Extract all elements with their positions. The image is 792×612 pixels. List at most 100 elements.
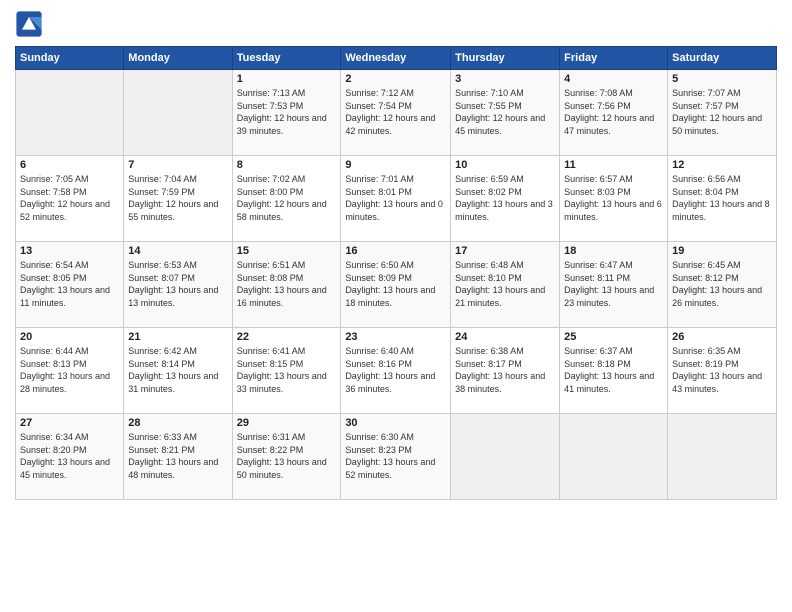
calendar-cell: 17 Sunrise: 6:48 AMSunset: 8:10 PMDayligh… (451, 242, 560, 328)
day-number: 8 (237, 159, 337, 171)
calendar-cell: 19 Sunrise: 6:45 AMSunset: 8:12 PMDayligh… (668, 242, 777, 328)
header-cell-thursday: Thursday (451, 47, 560, 70)
day-info: Sunrise: 6:30 AMSunset: 8:23 PMDaylight:… (345, 431, 446, 481)
calendar-cell: 13 Sunrise: 6:54 AMSunset: 8:05 PMDayligh… (16, 242, 124, 328)
day-info: Sunrise: 7:01 AMSunset: 8:01 PMDaylight:… (345, 173, 446, 223)
calendar-cell: 30 Sunrise: 6:30 AMSunset: 8:23 PMDayligh… (341, 414, 451, 500)
day-info: Sunrise: 6:41 AMSunset: 8:15 PMDaylight:… (237, 345, 337, 395)
day-number: 23 (345, 331, 446, 343)
day-info: Sunrise: 6:59 AMSunset: 8:02 PMDaylight:… (455, 173, 555, 223)
calendar-cell: 4 Sunrise: 7:08 AMSunset: 7:56 PMDaylight… (560, 70, 668, 156)
day-info: Sunrise: 7:07 AMSunset: 7:57 PMDaylight:… (672, 87, 772, 137)
day-info: Sunrise: 7:08 AMSunset: 7:56 PMDaylight:… (564, 87, 663, 137)
calendar-cell: 24 Sunrise: 6:38 AMSunset: 8:17 PMDayligh… (451, 328, 560, 414)
calendar-cell (668, 414, 777, 500)
calendar-body: 1 Sunrise: 7:13 AMSunset: 7:53 PMDaylight… (16, 70, 777, 500)
day-number: 15 (237, 245, 337, 257)
day-number: 11 (564, 159, 663, 171)
calendar-cell: 8 Sunrise: 7:02 AMSunset: 8:00 PMDaylight… (232, 156, 341, 242)
day-number: 24 (455, 331, 555, 343)
calendar-cell: 11Sunrise: 6:57 AMSunset: 8:03 PMDayligh… (560, 156, 668, 242)
header-cell-sunday: Sunday (16, 47, 124, 70)
calendar-cell: 21Sunrise: 6:42 AMSunset: 8:14 PMDayligh… (124, 328, 232, 414)
day-number: 10 (455, 159, 555, 171)
day-info: Sunrise: 7:10 AMSunset: 7:55 PMDaylight:… (455, 87, 555, 137)
day-info: Sunrise: 6:45 AMSunset: 8:12 PMDaylight:… (672, 259, 772, 309)
day-info: Sunrise: 6:34 AMSunset: 8:20 PMDaylight:… (20, 431, 119, 481)
calendar-cell: 7 Sunrise: 7:04 AMSunset: 7:59 PMDaylight… (124, 156, 232, 242)
day-info: Sunrise: 7:13 AMSunset: 7:53 PMDaylight:… (237, 87, 337, 137)
calendar-cell: 27Sunrise: 6:34 AMSunset: 8:20 PMDayligh… (16, 414, 124, 500)
calendar-cell: 2Sunrise: 7:12 AMSunset: 7:54 PMDaylight… (341, 70, 451, 156)
day-number: 28 (128, 417, 227, 429)
day-info: Sunrise: 6:48 AMSunset: 8:10 PMDaylight:… (455, 259, 555, 309)
calendar-cell: 6 Sunrise: 7:05 AMSunset: 7:58 PMDaylight… (16, 156, 124, 242)
calendar-cell (16, 70, 124, 156)
header-cell-saturday: Saturday (668, 47, 777, 70)
header-cell-monday: Monday (124, 47, 232, 70)
page-header (15, 10, 777, 38)
calendar-cell: 12Sunrise: 6:56 AMSunset: 8:04 PMDayligh… (668, 156, 777, 242)
day-number: 14 (128, 245, 227, 257)
calendar-cell: 16 Sunrise: 6:50 AMSunset: 8:09 PMDayligh… (341, 242, 451, 328)
calendar-cell: 5 Sunrise: 7:07 AMSunset: 7:57 PMDaylight… (668, 70, 777, 156)
calendar-cell (124, 70, 232, 156)
calendar-cell (451, 414, 560, 500)
calendar-cell: 28 Sunrise: 6:33 AMSunset: 8:21 PMDayligh… (124, 414, 232, 500)
calendar-cell: 29 Sunrise: 6:31 AMSunset: 8:22 PMDayligh… (232, 414, 341, 500)
day-number: 22 (237, 331, 337, 343)
day-info: Sunrise: 6:38 AMSunset: 8:17 PMDaylight:… (455, 345, 555, 395)
calendar-cell: 23Sunrise: 6:40 AMSunset: 8:16 PMDayligh… (341, 328, 451, 414)
day-number: 26 (672, 331, 772, 343)
day-info: Sunrise: 6:35 AMSunset: 8:19 PMDaylight:… (672, 345, 772, 395)
day-number: 30 (345, 417, 446, 429)
day-number: 13 (20, 245, 119, 257)
logo (15, 10, 47, 38)
calendar-cell: 22 Sunrise: 6:41 AMSunset: 8:15 PMDayligh… (232, 328, 341, 414)
calendar-week-5: 27Sunrise: 6:34 AMSunset: 8:20 PMDayligh… (16, 414, 777, 500)
day-info: Sunrise: 7:12 AMSunset: 7:54 PMDaylight:… (345, 87, 446, 137)
calendar-cell: 1 Sunrise: 7:13 AMSunset: 7:53 PMDaylight… (232, 70, 341, 156)
calendar-cell: 14 Sunrise: 6:53 AMSunset: 8:07 PMDayligh… (124, 242, 232, 328)
day-info: Sunrise: 6:54 AMSunset: 8:05 PMDaylight:… (20, 259, 119, 309)
calendar-week-2: 6 Sunrise: 7:05 AMSunset: 7:58 PMDaylight… (16, 156, 777, 242)
calendar-cell: 3 Sunrise: 7:10 AMSunset: 7:55 PMDaylight… (451, 70, 560, 156)
day-number: 25 (564, 331, 663, 343)
day-number: 16 (345, 245, 446, 257)
day-number: 1 (237, 73, 337, 85)
day-info: Sunrise: 7:04 AMSunset: 7:59 PMDaylight:… (128, 173, 227, 223)
day-info: Sunrise: 6:56 AMSunset: 8:04 PMDaylight:… (672, 173, 772, 223)
calendar-week-1: 1 Sunrise: 7:13 AMSunset: 7:53 PMDaylight… (16, 70, 777, 156)
calendar-cell (560, 414, 668, 500)
day-number: 6 (20, 159, 119, 171)
day-number: 4 (564, 73, 663, 85)
day-info: Sunrise: 6:51 AMSunset: 8:08 PMDaylight:… (237, 259, 337, 309)
calendar-table: SundayMondayTuesdayWednesdayThursdayFrid… (15, 46, 777, 500)
day-info: Sunrise: 7:05 AMSunset: 7:58 PMDaylight:… (20, 173, 119, 223)
day-info: Sunrise: 6:33 AMSunset: 8:21 PMDaylight:… (128, 431, 227, 481)
day-number: 19 (672, 245, 772, 257)
day-number: 5 (672, 73, 772, 85)
day-number: 9 (345, 159, 446, 171)
calendar-cell: 18 Sunrise: 6:47 AMSunset: 8:11 PMDayligh… (560, 242, 668, 328)
day-number: 3 (455, 73, 555, 85)
header-cell-wednesday: Wednesday (341, 47, 451, 70)
day-info: Sunrise: 6:37 AMSunset: 8:18 PMDaylight:… (564, 345, 663, 395)
day-number: 29 (237, 417, 337, 429)
day-info: Sunrise: 6:50 AMSunset: 8:09 PMDaylight:… (345, 259, 446, 309)
day-number: 21 (128, 331, 227, 343)
day-info: Sunrise: 6:31 AMSunset: 8:22 PMDaylight:… (237, 431, 337, 481)
day-info: Sunrise: 6:47 AMSunset: 8:11 PMDaylight:… (564, 259, 663, 309)
calendar-week-4: 20Sunrise: 6:44 AMSunset: 8:13 PMDayligh… (16, 328, 777, 414)
day-info: Sunrise: 6:53 AMSunset: 8:07 PMDaylight:… (128, 259, 227, 309)
day-number: 18 (564, 245, 663, 257)
calendar-header: SundayMondayTuesdayWednesdayThursdayFrid… (16, 47, 777, 70)
day-number: 20 (20, 331, 119, 343)
header-cell-friday: Friday (560, 47, 668, 70)
day-number: 7 (128, 159, 227, 171)
day-number: 17 (455, 245, 555, 257)
calendar-cell: 9 Sunrise: 7:01 AMSunset: 8:01 PMDaylight… (341, 156, 451, 242)
calendar-cell: 15 Sunrise: 6:51 AMSunset: 8:08 PMDayligh… (232, 242, 341, 328)
calendar-cell: 10 Sunrise: 6:59 AMSunset: 8:02 PMDayligh… (451, 156, 560, 242)
day-info: Sunrise: 7:02 AMSunset: 8:00 PMDaylight:… (237, 173, 337, 223)
